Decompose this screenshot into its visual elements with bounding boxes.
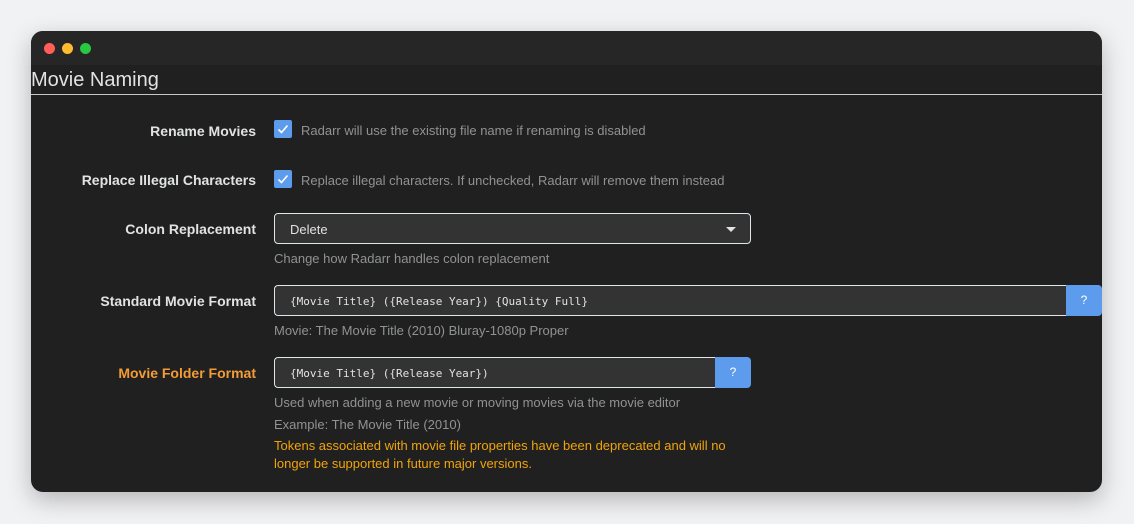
close-window-button[interactable] — [44, 43, 55, 54]
standard-format-value: {Movie Title} ({Release Year}) {Quality … — [290, 295, 589, 308]
folder-format-help-button[interactable]: ? — [715, 357, 751, 388]
section-divider — [31, 94, 1102, 95]
colon-replacement-help: Change how Radarr handles colon replacem… — [274, 251, 550, 266]
folder-format-value: {Movie Title} ({Release Year}) — [290, 367, 489, 380]
deprecation-warning: Tokens associated with movie file proper… — [274, 438, 726, 471]
checkmark-icon — [277, 124, 289, 134]
folder-format-label: Movie Folder Format — [118, 365, 256, 381]
standard-format-help-button[interactable]: ? — [1066, 285, 1102, 316]
colon-replacement-select[interactable]: Delete — [274, 213, 751, 244]
section-title: Movie Naming — [31, 69, 159, 91]
colon-replacement-label: Colon Replacement — [125, 221, 256, 237]
replace-illegal-label: Replace Illegal Characters — [81, 172, 256, 188]
replace-illegal-help: Replace illegal characters. If unchecked… — [301, 173, 725, 188]
colon-replacement-value: Delete — [290, 222, 328, 237]
caret-down-icon — [726, 227, 736, 232]
checkmark-icon — [277, 174, 289, 184]
rename-movies-label: Rename Movies — [150, 123, 256, 139]
standard-format-input[interactable]: {Movie Title} ({Release Year}) {Quality … — [274, 285, 1066, 316]
folder-format-help: Used when adding a new movie or moving m… — [274, 395, 681, 410]
window-titlebar — [31, 31, 1102, 65]
standard-format-example: Movie: The Movie Title (2010) Bluray-108… — [274, 323, 569, 338]
folder-format-input[interactable]: {Movie Title} ({Release Year}) — [274, 357, 715, 388]
folder-format-example: Example: The Movie Title (2010) — [274, 417, 461, 432]
settings-window: Movie Naming Rename Movies Radarr will u… — [31, 31, 1102, 492]
replace-illegal-checkbox[interactable] — [274, 170, 292, 188]
rename-movies-help: Radarr will use the existing file name i… — [301, 123, 646, 138]
standard-format-label: Standard Movie Format — [100, 293, 256, 309]
minimize-window-button[interactable] — [62, 43, 73, 54]
rename-movies-checkbox[interactable] — [274, 120, 292, 138]
maximize-window-button[interactable] — [80, 43, 91, 54]
